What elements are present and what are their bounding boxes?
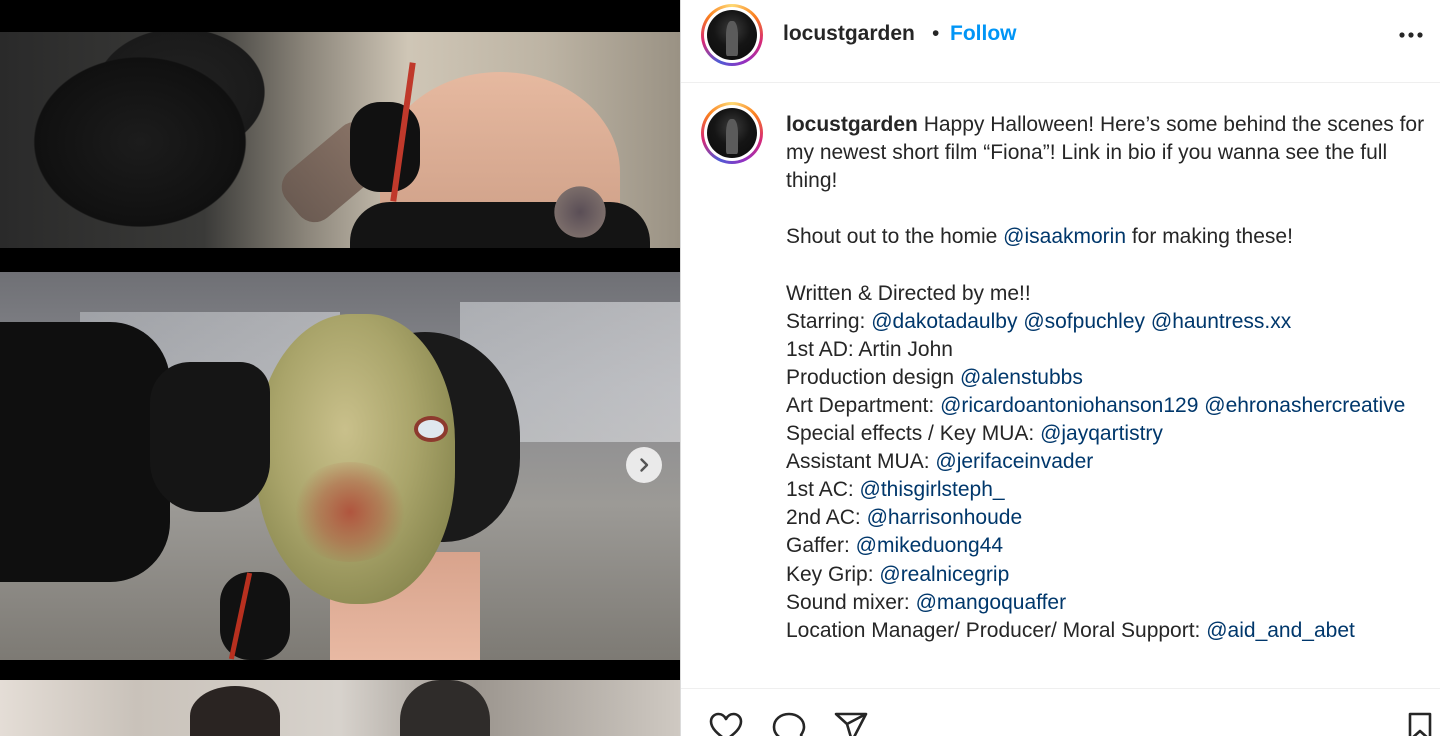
mention-link[interactable]: @alenstubbs [960, 366, 1083, 389]
mention-link[interactable]: @ricardoantoniohanson129 [940, 394, 1198, 417]
caption-text: Written & Directed by me!! [786, 281, 1031, 305]
caption-text: Starring: [786, 309, 872, 333]
author-avatar[interactable] [701, 4, 763, 66]
post-sidebar: locustgarden • Follow locustgarden Happy… [680, 0, 1440, 736]
caption-text: 2nd AC: [786, 506, 867, 530]
caption-text: Shout out to the homie [786, 225, 1004, 249]
post-media-carousel[interactable] [0, 0, 680, 736]
send-icon[interactable] [833, 711, 869, 736]
post-header: locustgarden • Follow [681, 0, 1440, 83]
chevron-right-icon [640, 458, 649, 472]
author-username[interactable]: locustgarden [783, 22, 915, 46]
mention-link[interactable]: @isaakmorin [1003, 225, 1126, 248]
caption-username[interactable]: locustgarden [786, 113, 918, 136]
mention-link[interactable]: @dakotadaulby [871, 310, 1017, 333]
mention-link[interactable]: @realnicegrip [879, 563, 1009, 586]
mention-link[interactable]: @mikeduong44 [856, 534, 1003, 557]
mention-link[interactable]: @jayqartistry [1040, 422, 1163, 445]
mention-link[interactable]: @mangoquaffer [916, 591, 1067, 614]
caption-area[interactable]: locustgarden Happy Halloween! Here’s som… [681, 84, 1440, 688]
mention-link[interactable]: @sofpuchley [1023, 310, 1145, 333]
mention-link[interactable]: @ehronashercreative [1204, 394, 1405, 417]
caption-text: Production design [786, 365, 960, 389]
bookmark-icon[interactable] [1405, 711, 1435, 736]
action-bar [681, 688, 1440, 736]
mention-link[interactable]: @jerifaceinvader [935, 450, 1093, 473]
caption-text: Assistant MUA: [786, 450, 936, 474]
caption-text: for making these! [1126, 225, 1293, 249]
caption-text: 1st AD: Artin John [786, 337, 953, 361]
caption-text: Gaffer: [786, 534, 856, 558]
caption-text: Special effects / Key MUA: [786, 422, 1041, 446]
heart-icon[interactable] [708, 711, 744, 736]
media-frame-middle [0, 272, 680, 660]
post-caption: locustgarden Happy Halloween! Here’s som… [786, 111, 1426, 645]
caption-text: 1st AC: [786, 478, 860, 502]
media-frame-top [0, 32, 680, 248]
more-options-icon[interactable] [1393, 25, 1429, 45]
caption-text: Art Department: [786, 393, 941, 417]
media-frame-bottom [0, 680, 680, 736]
follow-button[interactable]: Follow [950, 22, 1017, 46]
caption-text: Sound mixer: [786, 590, 916, 614]
mention-link[interactable]: @hauntress.xx [1151, 310, 1291, 333]
caption-text: Key Grip: [786, 562, 880, 586]
separator-dot: • [932, 22, 940, 45]
mention-link[interactable]: @harrisonhoude [867, 506, 1023, 529]
mention-link[interactable]: @thisgirlsteph_ [860, 478, 1005, 501]
mention-link[interactable]: @aid_and_abet [1206, 619, 1355, 642]
caption-avatar[interactable] [701, 102, 763, 164]
carousel-next-button[interactable] [626, 447, 662, 483]
caption-text: Location Manager/ Producer/ Moral Suppor… [786, 618, 1207, 642]
comment-icon[interactable] [771, 711, 807, 736]
